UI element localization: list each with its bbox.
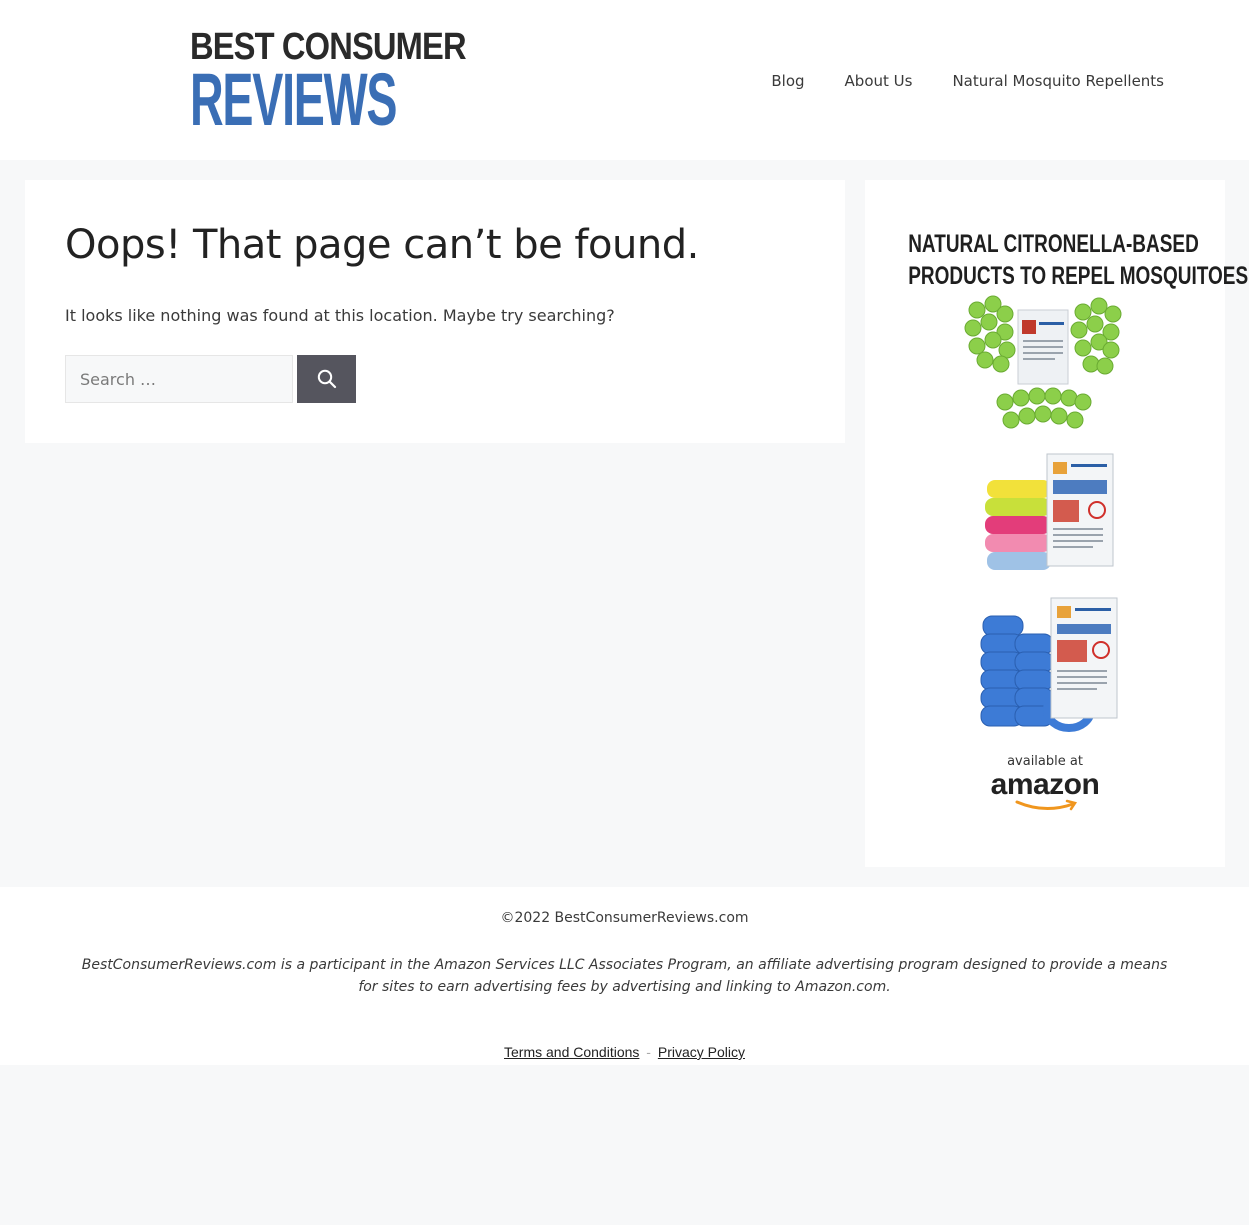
search-form: [65, 355, 356, 403]
footer-separator: -: [646, 1044, 651, 1060]
footer-links: Terms and Conditions - Privacy Policy: [0, 1044, 1249, 1060]
affiliate-disclaimer: BestConsumerReviews.com is a participant…: [81, 957, 1168, 995]
page-title: Oops! That page can’t be found.: [65, 222, 699, 268]
main-nav: Blog About Us Natural Mosquito Repellent…: [771, 70, 1164, 92]
search-icon: [317, 369, 336, 389]
amazon-smile-icon: [1015, 799, 1078, 811]
nav-natural-mosquito-repellents[interactable]: Natural Mosquito Repellents: [952, 70, 1164, 92]
privacy-link[interactable]: Privacy Policy: [658, 1044, 745, 1060]
amazon-logo: amazon: [990, 768, 1100, 801]
search-button[interactable]: [297, 355, 356, 403]
copyright: ©2022 BestConsumerReviews.com: [500, 910, 749, 926]
site-logo[interactable]: BEST CONSUMER REVIEWS: [190, 26, 467, 141]
search-input[interactable]: [65, 355, 293, 403]
available-at-text: available at: [1007, 754, 1083, 769]
ad-link[interactable]: NATURAL CITRONELLA-BASED PRODUCTS TO REP…: [865, 180, 1248, 867]
site-header: BEST CONSUMER REVIEWS Blog About Us Natu…: [0, 0, 1249, 160]
product-coil-bands-image: [980, 597, 1118, 732]
sidebar-ad: NATURAL CITRONELLA-BASED PRODUCTS TO REP…: [865, 180, 1248, 867]
nav-blog[interactable]: Blog: [771, 70, 804, 92]
not-found-message: It looks like nothing was found at this …: [65, 306, 615, 325]
not-found-card: Oops! That page can’t be found. It looks…: [25, 180, 845, 443]
logo-line-2: REVIEWS: [190, 58, 397, 141]
site-footer: ©2022 BestConsumerReviews.com BestConsum…: [0, 887, 1249, 1065]
nav-about-us[interactable]: About Us: [845, 70, 913, 92]
terms-link[interactable]: Terms and Conditions: [504, 1044, 639, 1060]
